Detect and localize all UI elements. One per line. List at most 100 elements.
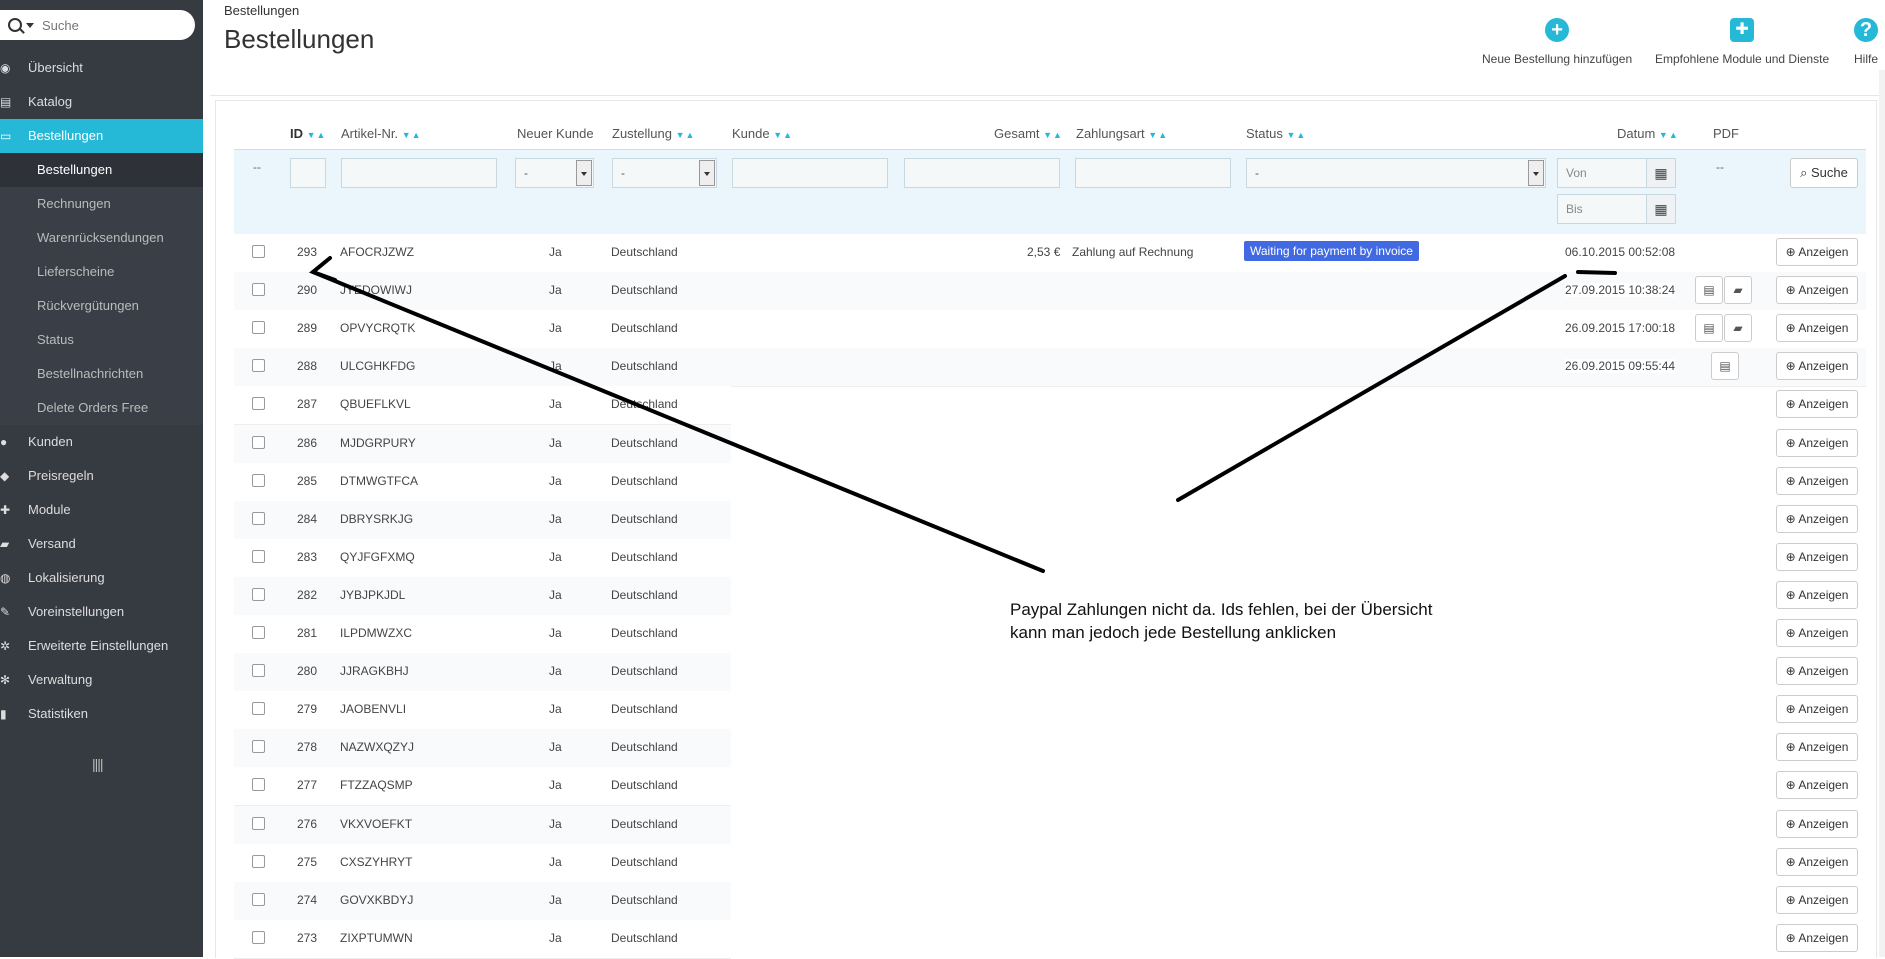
order-date: 26.09.2015 17:00:18 (1565, 321, 1676, 335)
order-date: 06.10.2015 00:52:08 (1565, 245, 1676, 259)
view-order-button[interactable]: ⊕ Anzeigen (1776, 429, 1858, 457)
sort-icon[interactable]: ▼▲ (402, 130, 422, 140)
sidebar-subitem-returns[interactable]: Warenrücksendungen (0, 221, 203, 255)
filter-id-input[interactable] (290, 158, 326, 188)
sidebar-item-localization[interactable]: ◍ Lokalisierung (0, 561, 203, 595)
view-order-button[interactable]: ⊕ Anzeigen (1776, 276, 1858, 304)
sidebar-item-overview[interactable]: ◉ Übersicht (0, 51, 203, 85)
filter-status-select[interactable]: - (1246, 158, 1546, 188)
invoice-pdf-button[interactable]: ▤ (1695, 276, 1723, 304)
sidebar-subitem-refunds[interactable]: Rückvergütungen (0, 289, 203, 323)
column-header-id[interactable]: ID ▼▲ (290, 126, 326, 141)
sidebar-item-shipping[interactable]: ▰ Versand (0, 527, 203, 561)
view-order-button[interactable]: ⊕ Anzeigen (1776, 467, 1858, 495)
invoice-pdf-button[interactable]: ▤ (1695, 314, 1723, 342)
sort-icon[interactable]: ▼▲ (676, 130, 696, 140)
search-input[interactable] (42, 14, 182, 36)
invoice-pdf-button[interactable]: ▤ (1711, 352, 1739, 380)
sidebar-item-price-rules[interactable]: ◆ Preisregeln (0, 459, 203, 493)
recommended-modules-button[interactable]: ✚ Empfohlene Module und Dienste (1655, 18, 1829, 66)
zoom-in-icon: ⊕ (1785, 436, 1796, 450)
view-order-button[interactable]: ⊕ Anzeigen (1776, 657, 1858, 685)
filter-date-to-input[interactable]: Bis (1557, 194, 1647, 224)
filter-search-button[interactable]: ⌕ Suche (1790, 158, 1858, 188)
column-label: Gesamt (994, 126, 1040, 141)
column-header-reference[interactable]: Artikel-Nr. ▼▲ (341, 126, 422, 141)
sidebar-item-orders[interactable]: ▭ Bestellungen (0, 119, 203, 153)
sort-icon[interactable]: ▼▲ (1286, 130, 1306, 140)
sidebar-subitem-delivery-slips[interactable]: Lieferscheine (0, 255, 203, 289)
sidebar-subitem-status[interactable]: Status (0, 323, 203, 357)
view-order-button[interactable]: ⊕ Anzeigen (1776, 314, 1858, 342)
view-order-button[interactable]: ⊕ Anzeigen (1776, 924, 1858, 952)
sidebar-subitem-invoices[interactable]: Rechnungen (0, 187, 203, 221)
collapse-sidebar-button[interactable]: |||| (92, 756, 104, 772)
view-order-button[interactable]: ⊕ Anzeigen (1776, 619, 1858, 647)
view-order-button[interactable]: ⊕ Anzeigen (1776, 581, 1858, 609)
view-order-button[interactable]: ⊕ Anzeigen (1776, 238, 1858, 266)
zoom-in-icon: ⊕ (1785, 588, 1796, 602)
sort-icon[interactable]: ▼▲ (1043, 130, 1063, 140)
sidebar-subitem-delete-orders[interactable]: Delete Orders Free (0, 391, 203, 425)
filter-new-customer-select[interactable]: - (515, 158, 594, 188)
delivery-slip-button[interactable]: ▰ (1724, 314, 1752, 342)
button-label: Anzeigen (1798, 321, 1849, 335)
view-order-button[interactable]: ⊕ Anzeigen (1776, 543, 1858, 571)
column-header-date[interactable]: Datum ▼▲ (1617, 126, 1679, 141)
row-actions: ⊕ Anzeigen (234, 767, 1866, 805)
view-order-button[interactable]: ⊕ Anzeigen (1776, 886, 1858, 914)
view-order-button[interactable]: ⊕ Anzeigen (1776, 771, 1858, 799)
filter-date-from-input[interactable]: Von (1557, 158, 1647, 188)
calendar-icon[interactable]: ▦ (1646, 194, 1676, 224)
sort-icon[interactable]: ▼▲ (307, 130, 327, 140)
filter-payment-input[interactable] (1075, 158, 1231, 188)
sidebar-subitem-messages[interactable]: Bestellnachrichten (0, 357, 203, 391)
sidebar-item-modules[interactable]: ✚ Module (0, 493, 203, 527)
view-order-button[interactable]: ⊕ Anzeigen (1776, 390, 1858, 418)
sort-icon[interactable]: ▼▲ (1148, 130, 1168, 140)
sidebar-item-stats[interactable]: ▮ Statistiken (0, 697, 203, 731)
sidebar-subitem-label: Lieferscheine (37, 264, 115, 279)
help-button[interactable]: ? Hilfe (1854, 18, 1878, 66)
sidebar-item-catalog[interactable]: ▤ Katalog (0, 85, 203, 119)
add-order-button[interactable]: + Neue Bestellung hinzufügen (1482, 18, 1632, 66)
sidebar-item-label: Kunden (28, 434, 73, 449)
column-header-payment[interactable]: Zahlungsart ▼▲ (1076, 126, 1168, 141)
search-icon: ⌕ (1800, 165, 1808, 180)
breadcrumb[interactable]: Bestellungen (224, 3, 299, 18)
calendar-icon[interactable]: ▦ (1646, 158, 1676, 188)
sidebar-item-advanced[interactable]: ✲ Erweiterte Einstellungen (0, 629, 203, 663)
filter-delivery-select[interactable]: - (612, 158, 717, 188)
sort-icon[interactable]: ▼▲ (1659, 130, 1679, 140)
chevron-down-icon (699, 160, 715, 186)
button-label: Anzeigen (1798, 588, 1849, 602)
view-order-button[interactable]: ⊕ Anzeigen (1776, 810, 1858, 838)
view-order-button[interactable]: ⊕ Anzeigen (1776, 848, 1858, 876)
filter-customer-input[interactable] (732, 158, 888, 188)
sidebar-search[interactable] (0, 10, 195, 40)
sidebar-subitem-orders[interactable]: Bestellungen (0, 153, 203, 187)
column-header-total[interactable]: Gesamt ▼▲ (994, 126, 1063, 141)
view-order-button[interactable]: ⊕ Anzeigen (1776, 505, 1858, 533)
sort-icon[interactable]: ▼▲ (773, 130, 793, 140)
sidebar-item-customers[interactable]: ● Kunden (0, 425, 203, 459)
view-order-button[interactable]: ⊕ Anzeigen (1776, 352, 1858, 380)
chevron-down-icon[interactable] (26, 23, 34, 28)
divider (210, 95, 1885, 96)
view-order-button[interactable]: ⊕ Anzeigen (1776, 733, 1858, 761)
scrollbar[interactable] (1879, 70, 1885, 957)
column-header-customer[interactable]: Kunde ▼▲ (732, 126, 793, 141)
sidebar-item-administration[interactable]: ✻ Verwaltung (0, 663, 203, 697)
column-header-delivery[interactable]: Zustellung ▼▲ (612, 126, 695, 141)
filter-total-input[interactable] (904, 158, 1060, 188)
annotation-line: kann man jedoch jede Bestellung anklicke… (1010, 623, 1337, 642)
filter-reference-input[interactable] (341, 158, 497, 188)
zoom-in-icon: ⊕ (1785, 245, 1796, 259)
view-order-button[interactable]: ⊕ Anzeigen (1776, 695, 1858, 723)
delivery-slip-button[interactable]: ▰ (1724, 276, 1752, 304)
column-header-status[interactable]: Status ▼▲ (1246, 126, 1306, 141)
row-actions: ⊕ Anzeigen (234, 539, 1866, 577)
book-icon: ▤ (0, 95, 12, 109)
bar-chart-icon: ▮ (0, 707, 7, 721)
sidebar-item-preferences[interactable]: ✎ Voreinstellungen (0, 595, 203, 629)
